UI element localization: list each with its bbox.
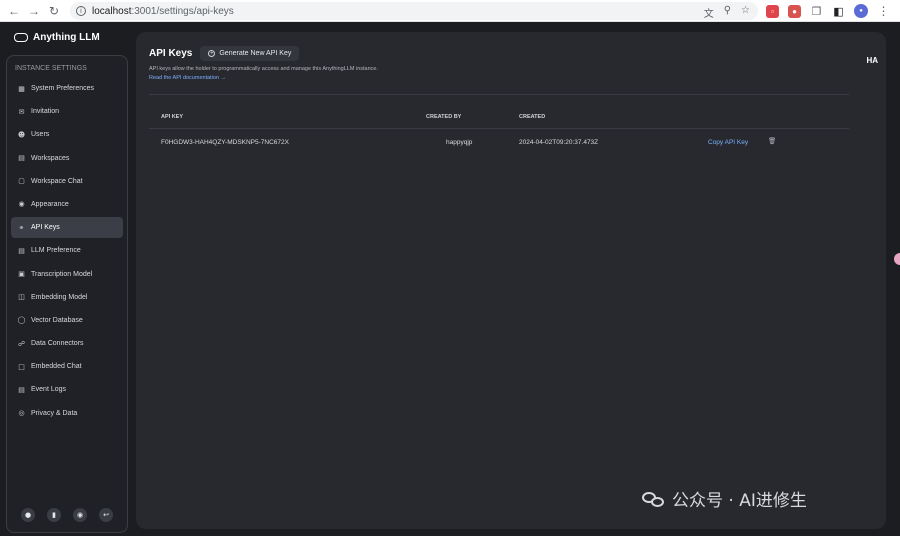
page-header: API Keys + Generate New API Key	[149, 46, 300, 61]
sidebar-item-label: Invitation	[31, 108, 60, 116]
table-row: F0HGDW3-HAH4QZY-MDSKNP5-7NC672X happyqjp…	[149, 130, 849, 156]
sidebar-item-embedding-model[interactable]: ◫ Embedding Model	[11, 287, 123, 308]
sidebar-item-label: Workspace Chat	[31, 177, 83, 185]
file-icon: ◫	[18, 293, 25, 302]
page-description: API keys allow the holder to programmati…	[149, 66, 378, 72]
profile-avatar[interactable]: ●	[854, 4, 868, 18]
site-info-icon[interactable]: i	[76, 6, 86, 16]
database-icon: ◯	[17, 316, 26, 325]
bookmark-star-icon[interactable]: ☆	[741, 5, 750, 20]
back-arrow-icon[interactable]: ←	[6, 3, 22, 19]
table-header: API KEY CREATED BY CREATED	[149, 108, 849, 129]
sidebar-item-data-connectors[interactable]: ☍ Data Connectors	[11, 333, 123, 354]
discord-icon[interactable]: ◉	[73, 508, 87, 522]
wechat-icon	[642, 490, 666, 508]
sidebar-item-llm-preference[interactable]: ▤ LLM Preference	[11, 240, 123, 261]
app-root: Anything LLM INSTANCE SETTINGS ▦ System P…	[0, 22, 900, 536]
chat-text-icon: ▤	[18, 246, 25, 255]
user-avatar[interactable]: HA	[866, 56, 878, 65]
trash-icon[interactable]: 🗑	[768, 137, 776, 145]
sidebar-item-label: System Preferences	[31, 85, 95, 92]
users-icon: ☻	[17, 130, 26, 139]
main-panel: HA API Keys + Generate New API Key API k…	[136, 32, 886, 529]
forward-arrow-icon[interactable]: →	[26, 3, 42, 19]
sidebar-item-label: Embedding Model	[31, 293, 88, 301]
sidebar-item-api-keys[interactable]: ⚭ API Keys	[11, 217, 123, 239]
sidebar-item-label: Embedded Chat	[31, 363, 82, 371]
sidebar-title: INSTANCE SETTINGS	[15, 65, 87, 72]
generate-api-key-label: Generate New API Key	[219, 50, 292, 57]
browser-toolbar: ← → ↻ i localhost:3001/settings/api-keys…	[0, 0, 900, 22]
book-icon: ▤	[18, 154, 25, 163]
envelope-icon: ✉	[18, 107, 25, 116]
header-divider	[149, 94, 849, 95]
sidebar-footer: ● ▮ ◉ ↩	[7, 508, 127, 522]
watermark-text: 公众号 · AI进修生	[672, 491, 807, 511]
sidebar-item-appearance[interactable]: ◉ Appearance	[11, 194, 123, 215]
sidebar-item-label: API Keys	[31, 224, 60, 232]
reload-icon[interactable]: ↻	[46, 3, 62, 19]
created-date-value: 2024-04-02T09:20:37.473Z	[519, 139, 599, 146]
url-text[interactable]: localhost:3001/settings/api-keys	[92, 6, 234, 17]
logo-text: Anything LLM	[33, 32, 100, 43]
code-icon: □	[18, 362, 25, 371]
sidebar-item-event-logs[interactable]: ▤ Event Logs	[11, 379, 123, 400]
back-icon[interactable]: ↩	[99, 508, 113, 522]
extension-icon[interactable]: ●	[788, 4, 801, 18]
sidebar-item-transcription-model[interactable]: ▣ Transcription Model	[11, 264, 123, 285]
page-title: API Keys	[149, 48, 193, 59]
sidebar-item-invitation[interactable]: ✉ Invitation	[11, 101, 123, 122]
sidebar-item-label: Transcription Model	[31, 270, 93, 278]
side-panel-icon[interactable]: ◧	[832, 5, 845, 18]
api-docs-link[interactable]: Read the API documentation →	[149, 75, 226, 81]
scroll-indicator[interactable]	[894, 253, 900, 265]
sidebar-item-privacy-data[interactable]: ◎ Privacy & Data	[11, 403, 123, 424]
column-header-created: CREATED	[519, 114, 546, 120]
sidebar-item-embedded-chat[interactable]: □ Embedded Chat	[11, 356, 123, 377]
copy-api-key-button[interactable]: Copy API Key	[708, 139, 748, 146]
sidebar-item-workspaces[interactable]: ▤ Workspaces	[11, 148, 123, 169]
eye-icon: ◉	[18, 200, 25, 209]
zoom-icon[interactable]: ⚲	[724, 5, 731, 20]
plus-circle-icon: +	[208, 50, 216, 57]
github-icon[interactable]: ●	[21, 508, 35, 522]
settings-sidebar: INSTANCE SETTINGS ▦ System Preferences ✉ I…	[6, 55, 128, 533]
column-header-created-by: CREATED BY	[426, 114, 462, 120]
more-menu-icon[interactable]: ⋮	[877, 4, 890, 18]
sidebar-item-label: Appearance	[31, 200, 69, 208]
sidebar-item-label: Data Connectors	[31, 340, 84, 348]
address-bar[interactable]: i localhost:3001/settings/api-keys 文 ⚲ ☆	[70, 2, 758, 20]
sidebar-item-label: Event Logs	[31, 386, 67, 394]
app-logo[interactable]: Anything LLM	[14, 32, 100, 43]
key-icon: ⚭	[18, 223, 25, 232]
generate-api-key-button[interactable]: + Generate New API Key	[200, 46, 300, 61]
list-icon: ▤	[18, 385, 25, 394]
pdf-extension-icon[interactable]: ▫	[766, 4, 779, 18]
column-header-api-key: API KEY	[161, 114, 184, 120]
sidebar-item-label: Users	[31, 131, 50, 139]
logo-icon	[14, 33, 28, 42]
closed-caption-icon: ▣	[18, 270, 25, 278]
chat-icon: ▢	[18, 177, 25, 186]
sidebar-item-label: LLM Preference	[31, 247, 81, 255]
sidebar-item-label: Vector Database	[31, 316, 83, 324]
watermark: 公众号 · AI进修生	[642, 486, 807, 511]
sidebar-item-users[interactable]: ☻ Users	[11, 124, 123, 145]
sidebar-item-label: Privacy & Data	[31, 409, 78, 417]
lock-icon: ◎	[18, 409, 25, 418]
sidebar-item-label: Workspaces	[31, 154, 70, 162]
extensions-puzzle-icon[interactable]: ❐	[810, 5, 823, 18]
translate-icon[interactable]: 文	[704, 5, 714, 20]
sliders-icon: ▦	[18, 84, 25, 93]
sidebar-item-system-preferences[interactable]: ▦ System Preferences	[11, 78, 123, 99]
docs-book-icon[interactable]: ▮	[47, 508, 61, 522]
sidebar-item-workspace-chat[interactable]: ▢ Workspace Chat	[11, 171, 123, 192]
api-key-value: F0HGDW3-HAH4QZY-MDSKNP5-7NC672X	[161, 139, 289, 146]
created-by-value: happyqjp	[446, 139, 473, 146]
plug-icon: ☍	[17, 339, 26, 348]
sidebar-item-vector-database[interactable]: ◯ Vector Database	[11, 310, 123, 331]
